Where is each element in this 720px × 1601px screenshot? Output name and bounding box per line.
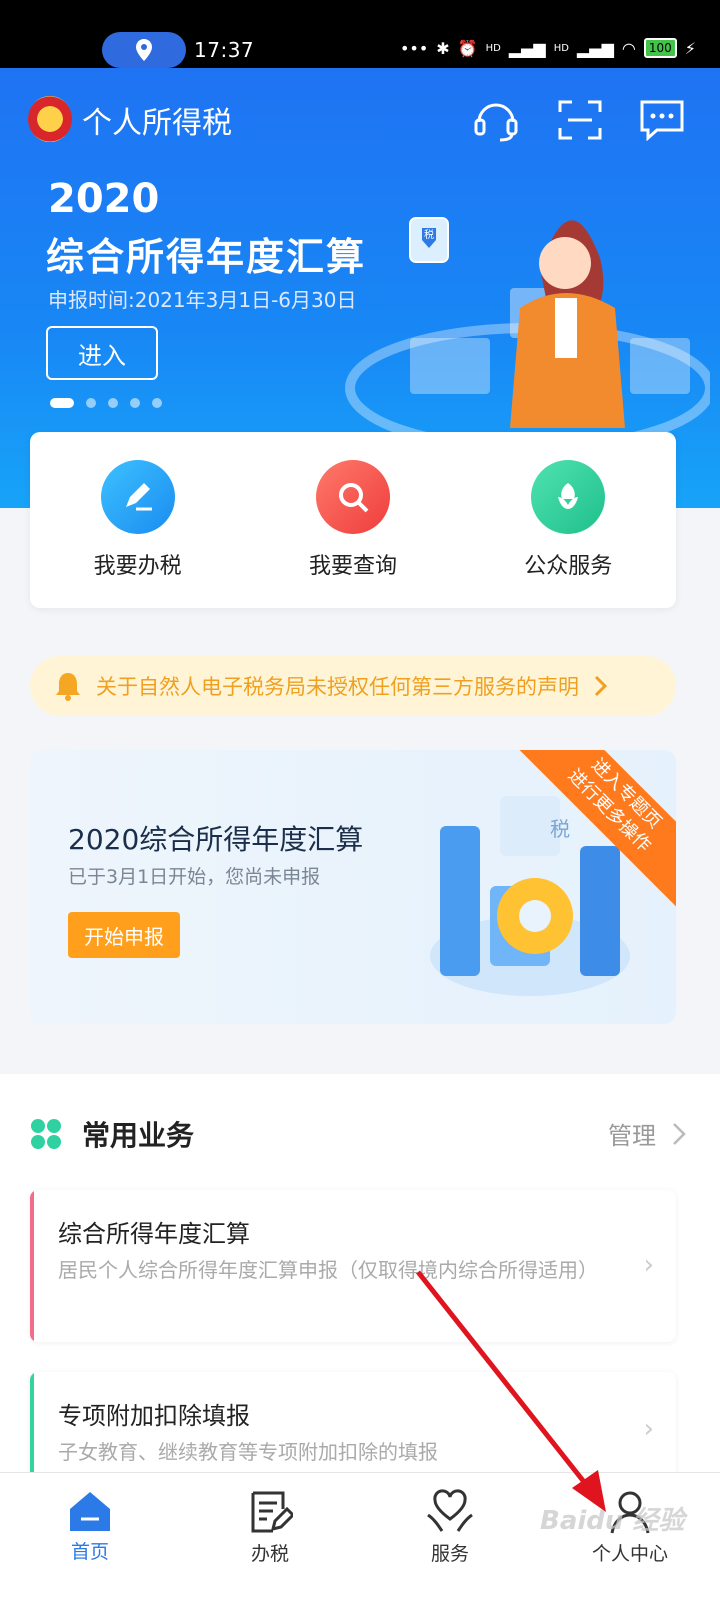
annual-card-subtitle: 已于3月1日开始，您尚未申报 — [68, 866, 321, 888]
quick-action-tax[interactable]: 我要办税 — [38, 460, 238, 580]
heart-hands-icon — [427, 1489, 473, 1532]
battery-indicator: 100 — [643, 38, 677, 58]
watermark: Baidu 经验 — [540, 1506, 685, 1536]
location-pin-icon — [136, 39, 152, 61]
wifi-icon: ◠ — [621, 38, 636, 58]
location-indicator — [102, 32, 186, 68]
annual-card-title: 2020综合所得年度汇算 — [68, 823, 364, 856]
status-time: 17:37 — [194, 38, 255, 62]
carousel-indicator[interactable] — [50, 398, 162, 408]
alarm-icon: ⏰ — [457, 38, 478, 58]
service-accent-bar — [30, 1190, 34, 1342]
tab-tax[interactable]: 办税 — [180, 1473, 360, 1601]
scan-icon[interactable] — [556, 96, 604, 144]
notice-text: 关于自然人电子税务局未授权任何第三方服务的声明 — [96, 675, 579, 699]
banner-date: 申报时间:2021年3月1日-6月30日 — [48, 288, 357, 312]
banner-enter-button[interactable]: 进入 — [46, 326, 158, 380]
magnifier-icon — [315, 460, 390, 534]
tab-label: 个人中心 — [591, 1543, 668, 1565]
service-item-desc: 子女教育、继续教育等专项附加扣除的填报 — [58, 1440, 438, 1464]
annual-badge-text: 税 — [550, 817, 570, 841]
message-icon[interactable] — [638, 96, 686, 144]
tab-personal-center[interactable]: 个人中心 — [540, 1473, 720, 1601]
quick-action-query[interactable]: 我要查询 — [253, 460, 453, 580]
service-item-desc: 居民个人综合所得年度汇算申报（仅取得境内综合所得适用） — [58, 1258, 598, 1282]
tab-label: 首页 — [70, 1541, 109, 1563]
service-accent-bar — [30, 1372, 34, 1482]
bluetooth-icon: ✱ — [436, 38, 450, 58]
carousel-dot[interactable] — [108, 398, 118, 408]
app-title: 个人所得税 — [82, 106, 232, 141]
signal-icon-2: ▂▄▆ — [576, 38, 614, 58]
common-services-title: 常用业务 — [82, 1119, 195, 1152]
common-services-header: 常用业务 — [30, 1114, 194, 1154]
service-item-annual[interactable]: 综合所得年度汇算 居民个人综合所得年度汇算申报（仅取得境内综合所得适用） › — [30, 1190, 676, 1342]
chevron-right-icon — [673, 1122, 686, 1145]
more-dots-icon: ••• — [399, 38, 429, 58]
signal-hd-label-1: HD — [485, 42, 501, 54]
service-item-special-deduction[interactable]: 专项附加扣除填报 子女教育、继续教育等专项附加扣除的填报 › — [30, 1372, 676, 1482]
tab-label: 办税 — [250, 1543, 289, 1565]
status-icons: ••• ✱ ⏰ HD ▂▄▆ HD ▂▄▆ ◠ 100 ⚡ — [400, 38, 696, 58]
home-icon — [70, 1492, 110, 1531]
notice-bar[interactable]: 关于自然人电子税务局未授权任何第三方服务的声明 — [30, 656, 676, 716]
status-bar: 17:37 ••• ✱ ⏰ HD ▂▄▆ HD ▂▄▆ ◠ 100 ⚡ — [0, 0, 720, 68]
quick-action-public-service[interactable]: 公众服务 — [468, 460, 668, 580]
tax-emblem-logo — [28, 96, 72, 142]
quick-action-label: 我要办税 — [93, 554, 182, 579]
start-declare-button[interactable]: 开始申报 — [68, 912, 180, 958]
common-services-section: 常用业务 管理 综合所得年度汇算 居民个人综合所得年度汇算申报（仅取得境内综合所… — [0, 1074, 720, 1482]
signal-icon: ▂▄▆ — [508, 38, 546, 58]
annual-settlement-card[interactable]: 2020综合所得年度汇算 已于3月1日开始，您尚未申报 开始申报 税 进入专题页… — [30, 750, 676, 1024]
chevron-right-icon — [594, 675, 608, 697]
grid-clover-icon — [31, 1119, 61, 1149]
banner-badge-text: 税 — [424, 228, 434, 241]
banner-year: 2020 — [48, 176, 160, 222]
chevron-right-icon: › — [643, 1414, 654, 1444]
manage-link[interactable]: 管理 — [608, 1116, 686, 1151]
pencil-icon — [100, 460, 175, 534]
carousel-dot[interactable] — [86, 398, 96, 408]
carousel-dot[interactable] — [152, 398, 162, 408]
carousel-dot[interactable] — [50, 398, 74, 408]
tab-home[interactable]: 首页 — [0, 1473, 180, 1601]
manage-label: 管理 — [608, 1122, 656, 1150]
chevron-right-icon: › — [643, 1250, 654, 1280]
banner-title: 综合所得年度汇算 — [46, 235, 367, 279]
service-item-title: 专项附加扣除填报 — [58, 1402, 250, 1430]
bell-icon — [56, 673, 80, 701]
signal-hd-label-2: HD — [553, 42, 569, 54]
tab-label: 服务 — [430, 1543, 469, 1565]
charging-icon: ⚡ — [684, 38, 696, 58]
quick-action-label: 公众服务 — [524, 554, 613, 579]
carousel-dot[interactable] — [130, 398, 140, 408]
tab-services[interactable]: 服务 — [360, 1473, 540, 1601]
quick-actions-card: 我要办税 我要查询 公众服务 — [30, 432, 676, 608]
customer-service-icon[interactable] — [472, 96, 520, 144]
quick-action-label: 我要查询 — [308, 554, 397, 579]
service-item-title: 综合所得年度汇算 — [58, 1220, 250, 1248]
document-edit-icon — [251, 1491, 293, 1533]
tulip-icon — [531, 460, 606, 534]
